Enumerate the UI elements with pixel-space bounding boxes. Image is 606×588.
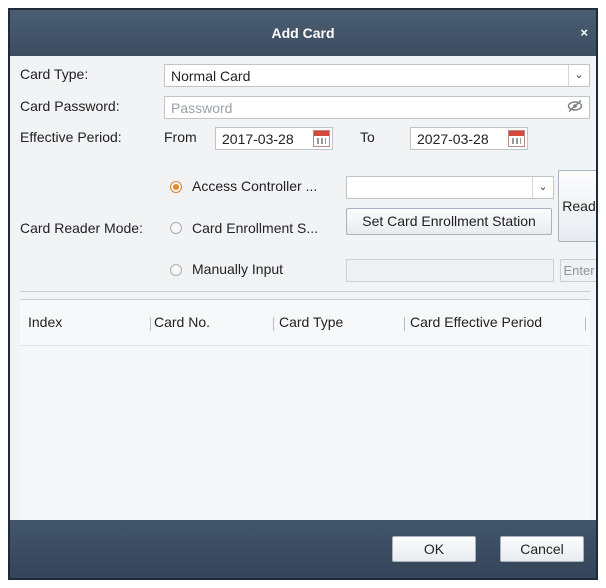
column-header-index[interactable]: Index [28,314,62,330]
add-card-dialog: Add Card × Card Type: Normal Card ⌄ Card… [8,8,598,580]
radio-access-controller[interactable] [170,181,182,193]
access-controller-select[interactable]: ⌄ [346,176,554,199]
to-date-field[interactable]: 2027-03-28 [410,127,528,150]
column-separator[interactable] [273,317,274,331]
manually-input-label: Manually Input [192,261,284,277]
read-button[interactable]: Read [558,170,596,242]
section-divider [20,291,590,292]
dialog-footer: OK Cancel [10,520,596,578]
cancel-button[interactable]: Cancel [500,536,584,562]
effective-period-label: Effective Period: [20,129,122,145]
dialog-titlebar: Add Card × [10,10,596,56]
card-password-label: Card Password: [20,98,120,114]
eye-slash-icon[interactable] [567,99,583,116]
to-label: To [360,129,375,145]
column-header-card-no[interactable]: Card No. [154,314,210,330]
column-separator[interactable] [585,317,586,331]
card-table: Index Card No. Card Type Card Effective … [20,299,590,521]
enter-button[interactable]: Enter [560,259,596,282]
radio-manually-input[interactable] [170,264,182,276]
close-icon[interactable]: × [580,10,588,56]
card-type-label: Card Type: [20,66,89,82]
from-date-field[interactable]: 2017-03-28 [215,127,333,150]
column-header-effective-period[interactable]: Card Effective Period [410,314,542,330]
ok-button[interactable]: OK [392,536,476,562]
column-separator[interactable] [150,317,151,331]
from-label: From [164,129,197,145]
password-placeholder: Password [171,100,233,116]
from-date-value: 2017-03-28 [222,131,294,147]
calendar-icon[interactable] [508,130,525,147]
manual-card-input[interactable] [346,259,554,282]
set-card-enrollment-station-button[interactable]: Set Card Enrollment Station [346,208,552,235]
chevron-down-icon[interactable]: ⌄ [568,65,589,86]
card-reader-mode-label: Card Reader Mode: [20,220,143,236]
chevron-down-icon[interactable]: ⌄ [532,177,553,198]
card-type-value: Normal Card [171,68,251,84]
table-header: Index Card No. Card Type Card Effective … [20,300,590,346]
dialog-title: Add Card [271,25,335,41]
card-type-select[interactable]: Normal Card ⌄ [164,64,590,87]
access-controller-label: Access Controller ... [192,178,318,194]
card-password-field[interactable]: Password [164,96,590,119]
to-date-value: 2027-03-28 [417,131,489,147]
calendar-icon[interactable] [313,130,330,147]
column-header-card-type[interactable]: Card Type [279,314,343,330]
column-separator[interactable] [404,317,405,331]
card-enrollment-label: Card Enrollment S... [192,220,319,236]
radio-card-enrollment[interactable] [170,222,182,234]
